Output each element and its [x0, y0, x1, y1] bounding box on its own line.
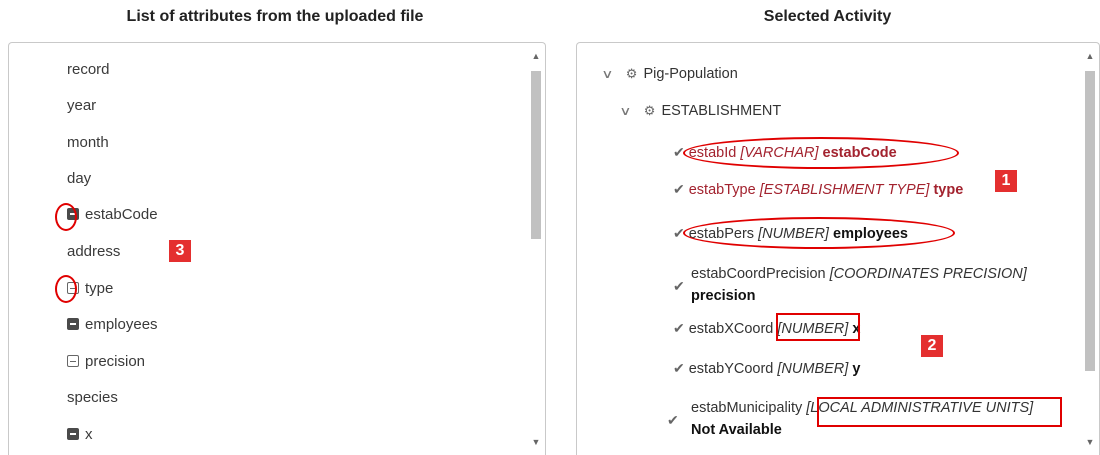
field-row-estabtype[interactable]: ✔ estabType [ESTABLISHMENT TYPE] type [673, 179, 963, 200]
tree-node-activity[interactable]: ∨ ⚙ Pig-Population [601, 64, 738, 84]
scrollbar-thumb[interactable] [1085, 71, 1095, 371]
right-panel-title: Selected Activity [763, 8, 892, 25]
filled-minus-icon [67, 318, 79, 330]
attribute-list-panel: record year month day estabCode address … [8, 42, 546, 455]
attribute-item-day[interactable]: day [67, 169, 91, 189]
right-scrollbar[interactable]: ▲ ▼ [1083, 49, 1097, 455]
scroll-up-arrow-icon[interactable]: ▲ [1083, 49, 1097, 63]
filled-minus-icon [67, 428, 79, 440]
check-icon: ✔ [673, 360, 685, 376]
attribute-item-x[interactable]: x [67, 425, 93, 445]
attribute-item-address[interactable]: address [67, 242, 120, 262]
attribute-item-employees[interactable]: employees [67, 315, 158, 335]
selected-activity-panel: ∨ ⚙ Pig-Population ∨ ⚙ ESTABLISHMENT ✔ estabI… [576, 42, 1100, 455]
check-icon: ✔ [673, 320, 685, 336]
gears-icon: ⚙ [625, 66, 638, 81]
annotation-badge-2: 2 [921, 335, 943, 357]
annotation-circle-estabcode [55, 203, 77, 231]
field-row-estabycoord[interactable]: ✔ estabYCoord [NUMBER] y [673, 358, 860, 379]
annotation-ellipse-estabid [683, 137, 959, 169]
tree-node-entity[interactable]: ∨ ⚙ ESTABLISHMENT [619, 101, 781, 121]
annotation-circle-type [55, 275, 77, 303]
left-scrollbar[interactable]: ▲ ▼ [529, 49, 543, 455]
check-icon: ✔ [667, 412, 679, 428]
attribute-item-precision[interactable]: precision [67, 352, 145, 372]
annotation-badge-1: 1 [995, 170, 1017, 192]
annotation-box-xcoord-type [776, 313, 860, 341]
chevron-down-icon[interactable]: ∨ [619, 101, 631, 121]
field-row-estabcoordprecision[interactable]: ✔ estabCoordPrecision [COORDINATES PRECI… [673, 263, 1027, 307]
scroll-up-arrow-icon[interactable]: ▲ [529, 49, 543, 63]
left-panel-title: List of attributes from the uploaded fil… [126, 8, 424, 25]
attribute-item-month[interactable]: month [67, 133, 109, 153]
check-icon: ✔ [673, 181, 685, 197]
attribute-item-record[interactable]: record [67, 60, 110, 80]
annotation-ellipse-estabpers [683, 217, 955, 249]
attribute-item-estabcode[interactable]: estabCode [67, 205, 158, 225]
scroll-down-arrow-icon[interactable]: ▼ [529, 435, 543, 449]
scroll-down-arrow-icon[interactable]: ▼ [1083, 435, 1097, 449]
check-icon: ✔ [673, 278, 685, 294]
annotation-badge-3: 3 [169, 240, 191, 262]
attribute-item-species[interactable]: species [67, 388, 118, 408]
scrollbar-thumb[interactable] [531, 71, 541, 239]
annotation-box-municipality-type [817, 397, 1062, 427]
chevron-down-icon[interactable]: ∨ [601, 64, 613, 84]
attribute-item-year[interactable]: year [67, 96, 96, 116]
outline-minus-icon [67, 355, 79, 367]
gear-icon: ⚙ [643, 103, 656, 118]
